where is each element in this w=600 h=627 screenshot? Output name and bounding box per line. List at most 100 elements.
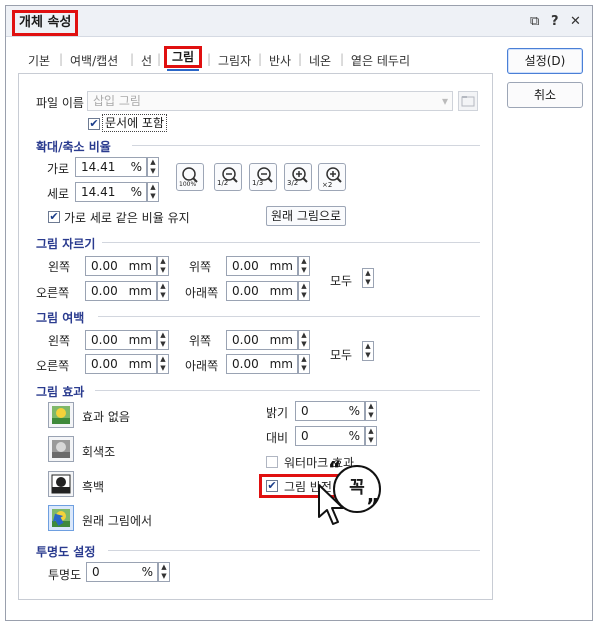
ok-button[interactable]: 설정(D) bbox=[507, 48, 583, 74]
margin-right-label: 오른쪽 bbox=[36, 359, 70, 373]
crop-top-spinner[interactable]: ▲ ▼ bbox=[298, 256, 310, 276]
margin-top-field[interactable]: 0.00 mm bbox=[226, 330, 298, 350]
from-original-button[interactable] bbox=[48, 505, 74, 531]
crop-top-field[interactable]: 0.00 mm bbox=[226, 256, 298, 276]
unit-label: mm bbox=[269, 357, 293, 371]
open-file-icon[interactable] bbox=[458, 91, 478, 111]
margin-top-spinner[interactable]: ▲ ▼ bbox=[298, 330, 310, 350]
height-label: 세로 bbox=[47, 187, 70, 201]
margin-left-field[interactable]: 0.00 mm bbox=[85, 330, 157, 350]
transparency-label: 투명도 bbox=[48, 568, 82, 582]
divider bbox=[108, 550, 480, 551]
margin-section-title: 그림 여백 bbox=[36, 311, 85, 325]
brightness-spinner[interactable]: ▲ ▼ bbox=[365, 401, 377, 421]
height-scale-field[interactable]: 14.41% bbox=[75, 182, 147, 202]
crop-bottom-spinner[interactable]: ▲ ▼ bbox=[298, 281, 310, 301]
margin-bottom-label: 아래쪽 bbox=[185, 359, 219, 373]
zoom-x2-button[interactable]: ×2 bbox=[318, 163, 346, 191]
margin-all-spinner[interactable]: ▲ ▼ bbox=[362, 341, 374, 361]
original-size-button[interactable]: 원래 그림으로 bbox=[266, 206, 346, 226]
embed-checkbox[interactable]: ✔ bbox=[88, 118, 100, 130]
zoom-3half-button[interactable]: 3/2 bbox=[284, 163, 312, 191]
cancel-button[interactable]: 취소 bbox=[507, 82, 583, 108]
crop-left-value: 0.00 bbox=[91, 259, 118, 273]
file-name-value: 삽입 그림 bbox=[93, 94, 141, 108]
embed-label: 문서에 포함 bbox=[102, 114, 168, 132]
margin-bottom-field[interactable]: 0.00 mm bbox=[226, 354, 298, 374]
file-name-field[interactable]: 삽입 그림 ▾ bbox=[87, 91, 453, 111]
unit-label: mm bbox=[269, 259, 293, 273]
contrast-field[interactable]: 0% bbox=[295, 426, 365, 446]
help-icon[interactable]: ? bbox=[551, 14, 559, 29]
divider bbox=[98, 316, 480, 317]
brightness-label: 밝기 bbox=[266, 406, 289, 420]
margin-top-label: 위쪽 bbox=[189, 334, 212, 348]
mouse-cursor-icon bbox=[316, 483, 348, 530]
from-original-label: 원래 그림에서 bbox=[82, 514, 153, 528]
tab-separator: | bbox=[59, 52, 64, 66]
margin-right-spinner[interactable]: ▲ ▼ bbox=[157, 354, 169, 374]
tab-line[interactable]: 선 bbox=[141, 52, 152, 69]
width-label: 가로 bbox=[47, 162, 70, 176]
crop-left-label: 왼쪽 bbox=[48, 260, 71, 274]
transparency-section-title: 투명도 설정 bbox=[36, 545, 96, 559]
keep-ratio-checkbox[interactable]: ✔ bbox=[48, 211, 60, 223]
tab-neon[interactable]: 네온 bbox=[309, 52, 331, 69]
margin-right-field[interactable]: 0.00 mm bbox=[85, 354, 157, 374]
brightness-field[interactable]: 0% bbox=[295, 401, 365, 421]
black-white-button[interactable] bbox=[48, 471, 74, 497]
unit-label: % bbox=[130, 160, 142, 174]
tab-separator: | bbox=[130, 52, 135, 66]
crop-right-field[interactable]: 0.00 mm bbox=[85, 281, 157, 301]
zoom-third-label: 1/3 bbox=[252, 179, 264, 187]
zoom-half-button[interactable]: 1/2 bbox=[214, 163, 242, 191]
transparency-spinner[interactable]: ▲ ▼ bbox=[158, 562, 170, 582]
crop-left-field[interactable]: 0.00 mm bbox=[85, 256, 157, 276]
crop-right-label: 오른쪽 bbox=[36, 286, 70, 300]
tab-basic[interactable]: 기본 bbox=[28, 52, 50, 69]
unit-label: % bbox=[348, 429, 360, 443]
tab-separator: | bbox=[340, 52, 345, 66]
width-scale-value: 14.41 bbox=[81, 160, 116, 174]
tab-reflection[interactable]: 반사 bbox=[269, 52, 291, 69]
invert-checkbox[interactable]: ✔ bbox=[266, 480, 278, 492]
grayscale-button[interactable] bbox=[48, 436, 74, 462]
active-tab-indicator bbox=[167, 69, 199, 71]
restore-icon[interactable]: ⧉ bbox=[530, 14, 539, 29]
margin-all-label: 모두 bbox=[330, 348, 353, 362]
tab-separator: | bbox=[157, 52, 162, 66]
tab-shadow[interactable]: 그림자 bbox=[218, 52, 251, 69]
crop-all-spinner[interactable]: ▲ ▼ bbox=[362, 268, 374, 288]
unit-label: mm bbox=[269, 333, 293, 347]
zoom-100-button[interactable]: 100% bbox=[176, 163, 204, 191]
zoom-half-label: 1/2 bbox=[217, 179, 229, 187]
zoom-100-label: 100% bbox=[179, 181, 197, 188]
no-effect-button[interactable] bbox=[48, 402, 74, 428]
contrast-value: 0 bbox=[301, 429, 309, 443]
zoom-third-button[interactable]: 1/3 bbox=[249, 163, 277, 191]
crop-left-spinner[interactable]: ▲ ▼ bbox=[157, 256, 169, 276]
close-icon[interactable]: ✕ bbox=[570, 14, 581, 29]
transparency-field[interactable]: 0% bbox=[86, 562, 158, 582]
unit-label: mm bbox=[128, 284, 152, 298]
margin-left-spinner[interactable]: ▲ ▼ bbox=[157, 330, 169, 350]
margin-bottom-spinner[interactable]: ▲ ▼ bbox=[298, 354, 310, 374]
unit-label: % bbox=[141, 565, 153, 579]
contrast-spinner[interactable]: ▲ ▼ bbox=[365, 426, 377, 446]
tab-margin-caption[interactable]: 여백/캡션 bbox=[70, 52, 118, 69]
width-spinner[interactable]: ▲ ▼ bbox=[147, 157, 159, 177]
dialog-title: 개체 속성 bbox=[12, 10, 79, 36]
watermark-checkbox[interactable] bbox=[266, 456, 278, 468]
crop-right-spinner[interactable]: ▲ ▼ bbox=[157, 281, 169, 301]
height-scale-value: 14.41 bbox=[81, 185, 116, 199]
crop-bottom-label: 아래쪽 bbox=[185, 286, 219, 300]
scale-section-title: 확대/축소 비율 bbox=[36, 140, 111, 154]
grayscale-label: 회색조 bbox=[82, 445, 116, 459]
tab-separator: | bbox=[258, 52, 263, 66]
brightness-value: 0 bbox=[301, 404, 309, 418]
height-spinner[interactable]: ▲ ▼ bbox=[147, 182, 159, 202]
tab-soft-edge[interactable]: 옅은 테두리 bbox=[351, 52, 410, 69]
width-scale-field[interactable]: 14.41% bbox=[75, 157, 147, 177]
tab-picture[interactable]: 그림 bbox=[164, 46, 202, 68]
crop-bottom-field[interactable]: 0.00 mm bbox=[226, 281, 298, 301]
